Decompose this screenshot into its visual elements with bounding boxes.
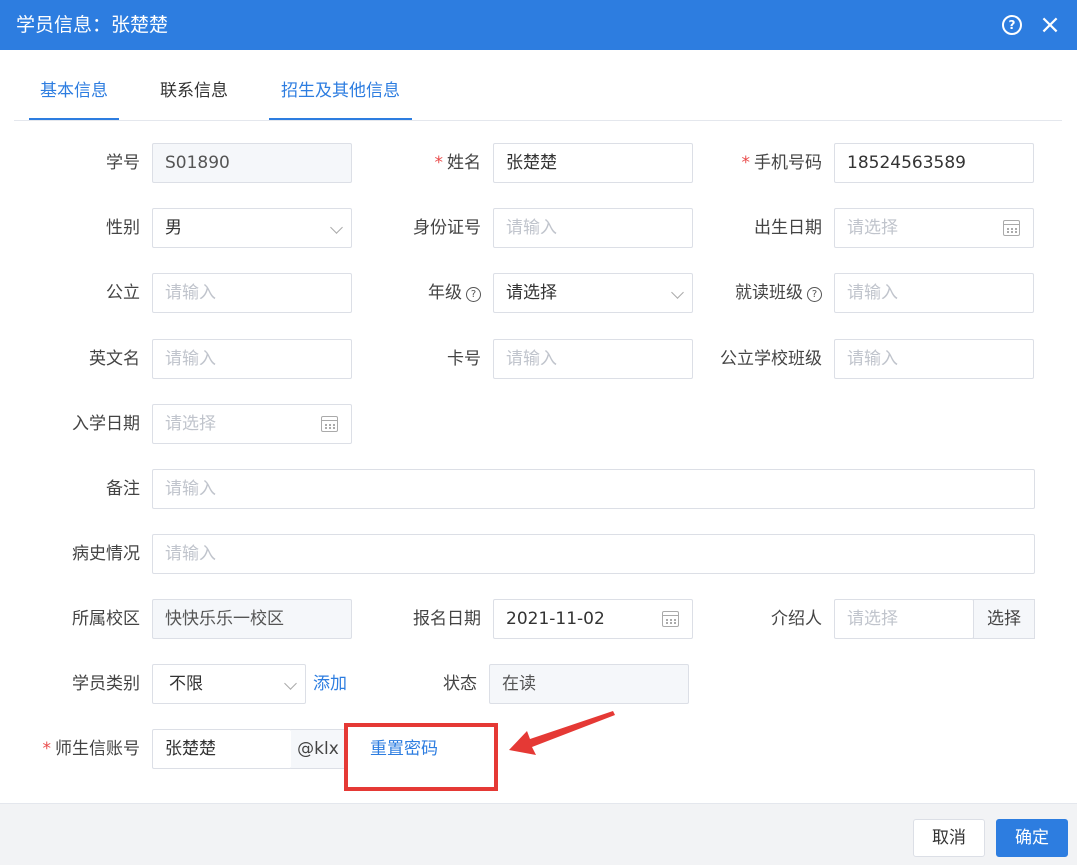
help-icon[interactable]: ? [1002,15,1022,35]
dialog-title: 学员信息：张楚楚 [16,14,169,36]
gender-select[interactable]: 男 [152,208,352,248]
public-school-input[interactable]: 请输入 [152,273,352,313]
cancel-button[interactable]: 取消 [913,819,985,857]
name-label: * 姓名 [360,143,482,183]
english-name-input[interactable]: 请输入 [152,339,352,379]
status-label: 状态 [443,674,477,694]
account-suffix: @klx [291,729,346,769]
tab-contact-info[interactable]: 联系信息 [149,50,239,120]
name-input[interactable]: 张楚楚 [493,143,693,183]
card-no-input[interactable]: 请输入 [493,339,693,379]
birth-date-placeholder: 请选择 [847,218,898,238]
grade-placeholder: 请选择 [506,283,557,303]
required-mark: * [434,153,444,173]
tab-bar: 基本信息 联系信息 招生及其他信息 [14,50,1062,121]
add-student-type-link[interactable]: 添加 [313,664,347,704]
question-icon[interactable]: ? [466,287,481,302]
referrer-input[interactable]: 请选择 [834,599,974,639]
signup-date-value: 2021-11-02 [506,609,605,629]
account-label-text: 师生信账号 [55,739,140,759]
required-mark: * [42,739,52,759]
student-type-label: 学员类别 [72,674,140,694]
phone-input[interactable]: 18524563589 [834,143,1034,183]
dialog-footer: 取消 确定 [0,803,1077,865]
signup-date-picker[interactable]: 2021-11-02 [493,599,693,639]
calendar-icon [662,611,679,627]
remark-input[interactable]: 请输入 [152,469,1035,509]
grade-select[interactable]: 请选择 [493,273,693,313]
phone-label-text: 手机号码 [754,153,822,173]
chevron-down-icon [330,221,343,234]
student-type-value: 不限 [169,674,203,694]
referrer-select-button[interactable]: 选择 [973,599,1035,639]
class-label: 就读班级? [700,273,822,313]
confirm-button[interactable]: 确定 [996,819,1068,857]
public-school-class-input[interactable]: 请输入 [834,339,1034,379]
signup-date-label: 报名日期 [413,609,481,629]
id-card-label: 身份证号 [413,218,481,238]
remark-label: 备注 [106,479,140,499]
chevron-down-icon [284,677,297,690]
close-icon[interactable]: × [1038,10,1062,40]
annotation-arrow [509,711,615,755]
phone-label: * 手机号码 [700,143,823,183]
id-card-input[interactable]: 请输入 [493,208,693,248]
gender-value: 男 [165,218,182,238]
public-school-class-label: 公立学校班级 [720,349,822,369]
calendar-icon [321,416,338,432]
grade-label-text: 年级 [428,283,462,303]
public-school-label: 公立 [106,283,140,303]
status-field: 在读 [489,664,689,704]
calendar-icon [1003,220,1020,236]
dialog-header: 学员信息：张楚楚 ? × [0,0,1077,50]
tab-enrollment-info[interactable]: 招生及其他信息 [269,50,412,120]
medical-history-input[interactable]: 请输入 [152,534,1035,574]
grade-label: 年级? [360,273,481,313]
account-input[interactable]: 张楚楚 [152,729,292,769]
student-type-select[interactable]: 不限 [152,664,306,704]
student-no-field: S01890 [152,143,352,183]
medical-history-label: 病史情况 [72,544,140,564]
birth-date-picker[interactable]: 请选择 [834,208,1034,248]
class-label-text: 就读班级 [735,283,803,303]
student-no-label: 学号 [106,153,140,173]
question-icon[interactable]: ? [807,287,822,302]
highlight-box [344,723,498,791]
card-no-label: 卡号 [447,349,481,369]
chevron-down-icon [671,286,684,299]
class-input[interactable]: 请输入 [834,273,1034,313]
enroll-date-placeholder: 请选择 [165,414,216,434]
english-name-label: 英文名 [89,349,140,369]
required-mark: * [741,153,751,173]
enroll-date-label: 入学日期 [72,414,140,434]
enroll-date-picker[interactable]: 请选择 [152,404,352,444]
referrer-label: 介绍人 [771,609,822,629]
birth-date-label: 出生日期 [754,218,822,238]
tab-basic-info[interactable]: 基本信息 [29,50,119,120]
campus-label: 所属校区 [72,609,140,629]
name-label-text: 姓名 [447,153,481,173]
account-label: * 师生信账号 [20,729,141,769]
gender-label: 性别 [106,218,140,238]
campus-field: 快快乐乐一校区 [152,599,352,639]
